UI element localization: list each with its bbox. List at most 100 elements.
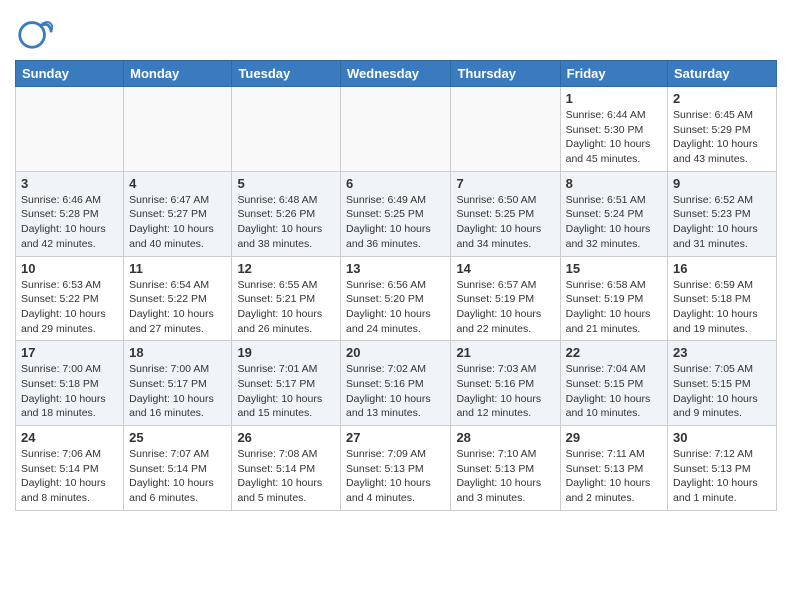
calendar-cell: 21Sunrise: 7:03 AM Sunset: 5:16 PM Dayli… [451, 341, 560, 426]
day-info: Sunrise: 7:01 AM Sunset: 5:17 PM Dayligh… [237, 362, 335, 421]
day-number: 23 [673, 345, 771, 360]
day-info: Sunrise: 7:00 AM Sunset: 5:17 PM Dayligh… [129, 362, 226, 421]
day-info: Sunrise: 6:48 AM Sunset: 5:26 PM Dayligh… [237, 193, 335, 252]
calendar-cell: 8Sunrise: 6:51 AM Sunset: 5:24 PM Daylig… [560, 171, 667, 256]
calendar-week-row: 17 Sunrise: 7:00 AM Sunset: 5:18 PM Dayli… [16, 341, 777, 426]
day-info: Sunrise: 6:49 AM Sunset: 5:25 PM Dayligh… [346, 193, 445, 252]
calendar-cell: 27 Sunrise: 7:09 AM Sunset: 5:13 PM Dayli… [341, 426, 451, 511]
calendar-cell: 3 Sunrise: 6:46 AM Sunset: 5:28 PM Daylig… [16, 171, 124, 256]
day-info: Sunrise: 7:10 AM Sunset: 5:13 PM Dayligh… [456, 447, 554, 506]
day-number: 17 [21, 345, 118, 360]
day-number: 6 [346, 176, 445, 191]
day-info: Sunrise: 7:06 AM Sunset: 5:14 PM Dayligh… [21, 447, 118, 506]
day-number: 8 [566, 176, 662, 191]
calendar-day-header: Saturday [668, 61, 777, 87]
calendar-week-row: 3 Sunrise: 6:46 AM Sunset: 5:28 PM Daylig… [16, 171, 777, 256]
day-number: 25 [129, 430, 226, 445]
calendar-cell: 25 Sunrise: 7:07 AM Sunset: 5:14 PM Dayli… [124, 426, 232, 511]
day-number: 15 [566, 261, 662, 276]
day-info: Sunrise: 7:12 AM Sunset: 5:13 PM Dayligh… [673, 447, 771, 506]
calendar-cell [341, 87, 451, 172]
calendar-cell: 22 Sunrise: 7:04 AM Sunset: 5:15 PM Dayli… [560, 341, 667, 426]
day-info: Sunrise: 7:11 AM Sunset: 5:13 PM Dayligh… [566, 447, 662, 506]
calendar-header-row: SundayMondayTuesdayWednesdayThursdayFrid… [16, 61, 777, 87]
calendar-cell: 23 Sunrise: 7:05 AM Sunset: 5:15 PM Dayli… [668, 341, 777, 426]
calendar-cell [16, 87, 124, 172]
day-info: Sunrise: 6:44 AM Sunset: 5:30 PM Dayligh… [566, 108, 662, 167]
day-info: Sunrise: 6:55 AM Sunset: 5:21 PM Dayligh… [237, 278, 335, 337]
calendar-cell [124, 87, 232, 172]
day-number: 24 [21, 430, 118, 445]
day-info: Sunrise: 6:52 AM Sunset: 5:23 PM Dayligh… [673, 193, 771, 252]
calendar-day-header: Monday [124, 61, 232, 87]
day-number: 13 [346, 261, 445, 276]
logo-icon [15, 14, 53, 52]
day-info: Sunrise: 6:58 AM Sunset: 5:19 PM Dayligh… [566, 278, 662, 337]
day-number: 26 [237, 430, 335, 445]
calendar-cell: 28Sunrise: 7:10 AM Sunset: 5:13 PM Dayli… [451, 426, 560, 511]
page-header [15, 10, 777, 52]
calendar-cell: 12 Sunrise: 6:55 AM Sunset: 5:21 PM Dayli… [232, 256, 341, 341]
calendar-day-header: Sunday [16, 61, 124, 87]
day-info: Sunrise: 6:53 AM Sunset: 5:22 PM Dayligh… [21, 278, 118, 337]
day-number: 12 [237, 261, 335, 276]
calendar-cell: 26Sunrise: 7:08 AM Sunset: 5:14 PM Dayli… [232, 426, 341, 511]
day-info: Sunrise: 7:04 AM Sunset: 5:15 PM Dayligh… [566, 362, 662, 421]
day-number: 1 [566, 91, 662, 106]
day-number: 3 [21, 176, 118, 191]
calendar-cell: 11 Sunrise: 6:54 AM Sunset: 5:22 PM Dayli… [124, 256, 232, 341]
calendar-day-header: Thursday [451, 61, 560, 87]
calendar-week-row: 24 Sunrise: 7:06 AM Sunset: 5:14 PM Dayli… [16, 426, 777, 511]
calendar-cell: 10 Sunrise: 6:53 AM Sunset: 5:22 PM Dayli… [16, 256, 124, 341]
calendar-cell: 24 Sunrise: 7:06 AM Sunset: 5:14 PM Dayli… [16, 426, 124, 511]
day-number: 20 [346, 345, 445, 360]
calendar-cell: 2 Sunrise: 6:45 AM Sunset: 5:29 PM Daylig… [668, 87, 777, 172]
calendar-cell: 6 Sunrise: 6:49 AM Sunset: 5:25 PM Daylig… [341, 171, 451, 256]
calendar-cell: 18 Sunrise: 7:00 AM Sunset: 5:17 PM Dayli… [124, 341, 232, 426]
calendar-cell: 17 Sunrise: 7:00 AM Sunset: 5:18 PM Dayli… [16, 341, 124, 426]
day-info: Sunrise: 7:07 AM Sunset: 5:14 PM Dayligh… [129, 447, 226, 506]
day-info: Sunrise: 7:00 AM Sunset: 5:18 PM Dayligh… [21, 362, 118, 421]
logo [15, 14, 59, 52]
calendar-cell [232, 87, 341, 172]
day-number: 22 [566, 345, 662, 360]
calendar-cell: 7 Sunrise: 6:50 AM Sunset: 5:25 PM Daylig… [451, 171, 560, 256]
day-info: Sunrise: 6:56 AM Sunset: 5:20 PM Dayligh… [346, 278, 445, 337]
day-number: 4 [129, 176, 226, 191]
day-number: 30 [673, 430, 771, 445]
calendar-cell: 20 Sunrise: 7:02 AM Sunset: 5:16 PM Dayli… [341, 341, 451, 426]
day-number: 19 [237, 345, 335, 360]
day-info: Sunrise: 6:57 AM Sunset: 5:19 PM Dayligh… [456, 278, 554, 337]
day-info: Sunrise: 6:45 AM Sunset: 5:29 PM Dayligh… [673, 108, 771, 167]
calendar-cell: 14Sunrise: 6:57 AM Sunset: 5:19 PM Dayli… [451, 256, 560, 341]
day-info: Sunrise: 6:46 AM Sunset: 5:28 PM Dayligh… [21, 193, 118, 252]
calendar-cell: 9 Sunrise: 6:52 AM Sunset: 5:23 PM Daylig… [668, 171, 777, 256]
day-number: 27 [346, 430, 445, 445]
day-info: Sunrise: 7:05 AM Sunset: 5:15 PM Dayligh… [673, 362, 771, 421]
calendar-week-row: 10 Sunrise: 6:53 AM Sunset: 5:22 PM Dayli… [16, 256, 777, 341]
day-info: Sunrise: 6:59 AM Sunset: 5:18 PM Dayligh… [673, 278, 771, 337]
calendar-day-header: Friday [560, 61, 667, 87]
day-number: 16 [673, 261, 771, 276]
calendar-cell: 16 Sunrise: 6:59 AM Sunset: 5:18 PM Dayli… [668, 256, 777, 341]
day-number: 11 [129, 261, 226, 276]
calendar-cell: 13 Sunrise: 6:56 AM Sunset: 5:20 PM Dayli… [341, 256, 451, 341]
day-info: Sunrise: 6:50 AM Sunset: 5:25 PM Dayligh… [456, 193, 554, 252]
day-info: Sunrise: 6:54 AM Sunset: 5:22 PM Dayligh… [129, 278, 226, 337]
day-number: 2 [673, 91, 771, 106]
calendar-day-header: Wednesday [341, 61, 451, 87]
calendar-week-row: 1 Sunrise: 6:44 AM Sunset: 5:30 PM Daylig… [16, 87, 777, 172]
day-number: 10 [21, 261, 118, 276]
calendar-cell: 1 Sunrise: 6:44 AM Sunset: 5:30 PM Daylig… [560, 87, 667, 172]
day-number: 9 [673, 176, 771, 191]
calendar-cell: 5Sunrise: 6:48 AM Sunset: 5:26 PM Daylig… [232, 171, 341, 256]
calendar-day-header: Tuesday [232, 61, 341, 87]
day-info: Sunrise: 7:02 AM Sunset: 5:16 PM Dayligh… [346, 362, 445, 421]
calendar-cell: 29 Sunrise: 7:11 AM Sunset: 5:13 PM Dayli… [560, 426, 667, 511]
day-info: Sunrise: 7:09 AM Sunset: 5:13 PM Dayligh… [346, 447, 445, 506]
day-number: 7 [456, 176, 554, 191]
calendar-table: SundayMondayTuesdayWednesdayThursdayFrid… [15, 60, 777, 511]
day-number: 29 [566, 430, 662, 445]
day-number: 18 [129, 345, 226, 360]
calendar-cell: 30 Sunrise: 7:12 AM Sunset: 5:13 PM Dayli… [668, 426, 777, 511]
